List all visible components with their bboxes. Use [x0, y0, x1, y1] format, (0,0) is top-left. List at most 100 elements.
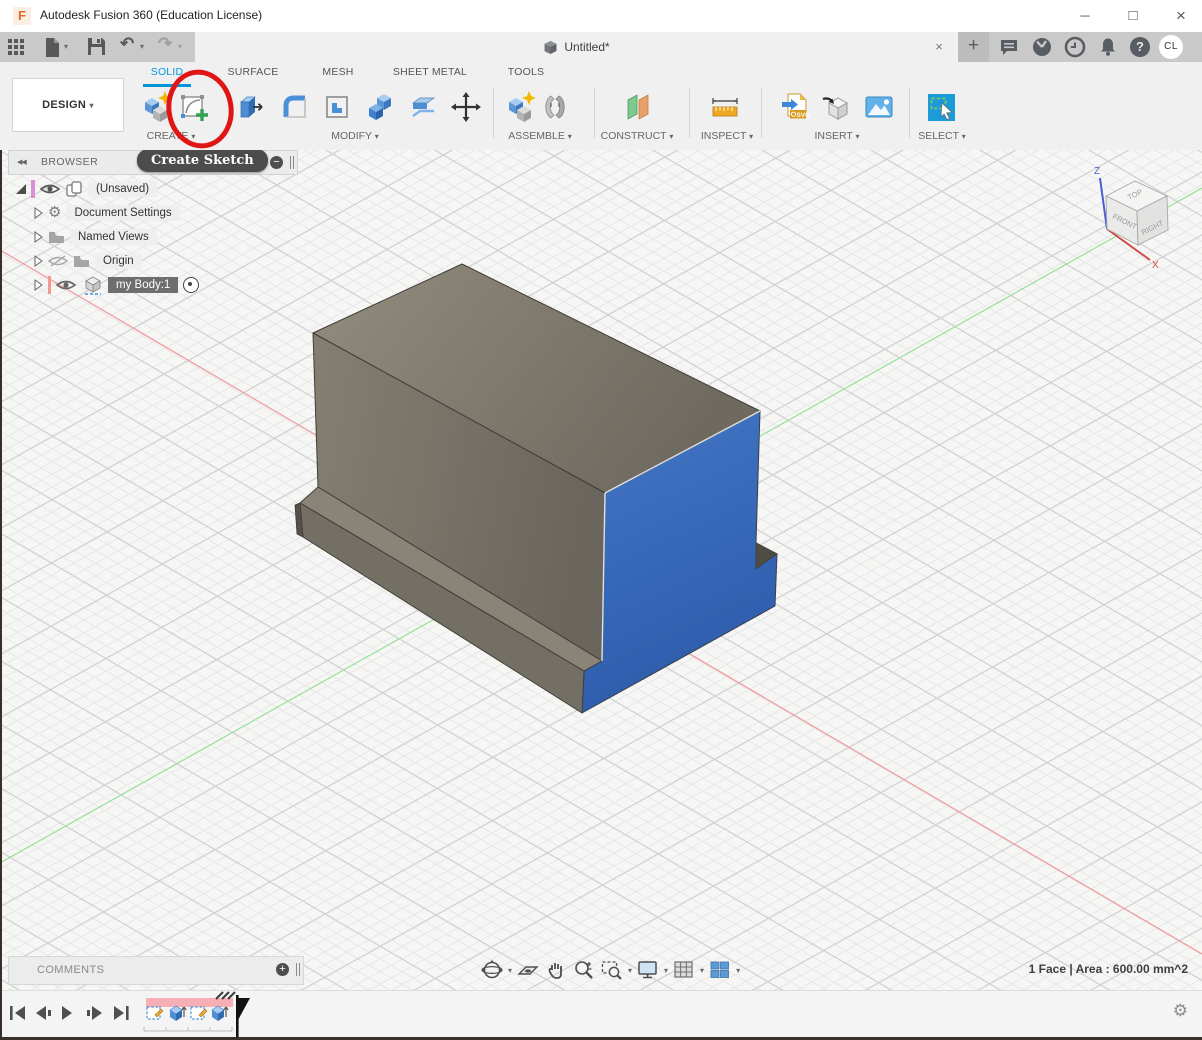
window-maximize-button[interactable]: □ [1116, 0, 1150, 31]
window-minimize-button[interactable]: ─ [1068, 0, 1102, 31]
group-insert-text: INSERT [814, 130, 852, 142]
timeline-scrubber[interactable] [236, 995, 250, 1037]
timeline-hatch-marks [216, 992, 235, 999]
browser-collapse-icon[interactable]: ◀◀ [17, 158, 26, 166]
comments-resize-grip[interactable] [296, 963, 300, 976]
combine-icon[interactable] [364, 90, 398, 124]
add-comment-icon[interactable]: + [276, 963, 289, 976]
grid-settings-icon[interactable] [672, 958, 696, 982]
redo-caret[interactable]: ▾ [178, 42, 182, 51]
viewports-icon[interactable] [708, 958, 732, 982]
timeline-extrude-feature[interactable] [170, 1006, 186, 1021]
measure-icon[interactable] [708, 90, 742, 124]
group-construct-text: CONSTRUCT [601, 130, 667, 142]
orbit-caret[interactable]: ▾ [508, 966, 512, 975]
step-back-button[interactable] [36, 1006, 51, 1020]
viewport-3d[interactable]: TOP FRONT RIGHT Z X ◀◀ BROWSER − [0, 150, 1202, 990]
group-label-construct[interactable]: CONSTRUCT ▾ [601, 130, 674, 142]
file-menu-icon[interactable] [45, 38, 60, 57]
data-clock-icon[interactable] [1064, 36, 1086, 58]
look-at-icon[interactable] [516, 958, 540, 982]
visibility-off-eye-icon[interactable] [48, 254, 68, 268]
select-icon[interactable] [924, 90, 958, 124]
insert-svg-icon[interactable]: SVG [778, 90, 812, 124]
canvas-image-icon[interactable] [862, 90, 896, 124]
user-avatar[interactable]: CL [1159, 35, 1183, 59]
display-settings-icon[interactable] [636, 958, 660, 982]
activate-component-radio[interactable] [183, 277, 199, 293]
visibility-eye-icon[interactable] [56, 278, 76, 292]
timeline-sketch-feature[interactable] [147, 1007, 163, 1019]
timeline-track[interactable] [140, 991, 270, 1040]
named-views-label[interactable]: Named Views [70, 229, 157, 245]
undo-icon[interactable]: ↶ [120, 34, 134, 54]
expander-closed-icon[interactable] [34, 255, 43, 267]
browser-row-origin[interactable]: Origin [34, 250, 142, 272]
timeline-settings-gear-icon[interactable]: ⚙ [1173, 1001, 1188, 1021]
joint-icon[interactable] [538, 90, 572, 124]
play-button[interactable] [62, 1006, 72, 1020]
press-pull-icon[interactable] [320, 90, 354, 124]
expander-closed-icon[interactable] [34, 207, 43, 219]
group-label-modify[interactable]: MODIFY ▾ [331, 130, 379, 142]
origin-label[interactable]: Origin [95, 253, 142, 269]
orbit-icon[interactable] [480, 958, 504, 982]
visibility-eye-icon[interactable] [40, 182, 60, 196]
move-icon[interactable] [449, 90, 483, 124]
step-forward-button[interactable] [87, 1006, 102, 1020]
workspace-selector-button[interactable]: DESIGN ▾ [12, 78, 124, 132]
tab-tools[interactable]: TOOLS [504, 66, 548, 84]
notifications-bell-icon[interactable] [1097, 36, 1119, 58]
app-grid-menu-icon[interactable] [8, 39, 25, 56]
construct-plane-icon[interactable] [620, 90, 654, 124]
window-close-button[interactable]: × [1164, 0, 1198, 31]
tab-mesh[interactable]: MESH [316, 66, 360, 84]
browser-row-document-settings[interactable]: ⚙ Document Settings [34, 202, 180, 224]
job-status-icon[interactable] [1031, 36, 1053, 58]
group-label-select[interactable]: SELECT ▾ [918, 130, 966, 142]
group-label-insert[interactable]: INSERT ▾ [814, 130, 859, 142]
document-tab-close-icon[interactable]: × [930, 38, 948, 56]
redo-icon[interactable]: ↷ [158, 34, 172, 54]
fusion-logo-icon: F [13, 7, 31, 25]
feedback-comment-icon[interactable] [998, 36, 1020, 58]
zoom-icon[interactable] [572, 958, 596, 982]
browser-row-named-views[interactable]: Named Views [34, 226, 157, 248]
offset-face-icon[interactable] [406, 90, 440, 124]
document-tab[interactable]: Untitled* × [195, 32, 958, 62]
body-name-selected[interactable]: my Body:1 [108, 277, 178, 293]
new-tab-button[interactable]: + [958, 32, 989, 62]
insert-mesh-icon[interactable] [820, 90, 854, 124]
fit-caret[interactable]: ▾ [628, 966, 632, 975]
expander-open-icon[interactable] [16, 184, 26, 194]
display-settings-caret[interactable]: ▾ [664, 966, 668, 975]
file-menu-caret[interactable]: ▾ [64, 42, 68, 51]
browser-row-document[interactable]: (Unsaved) [16, 178, 157, 200]
go-to-end-button[interactable] [114, 1006, 129, 1020]
tab-sheet-metal[interactable]: SHEET METAL [390, 66, 470, 84]
undo-caret[interactable]: ▾ [140, 42, 144, 51]
document-settings-label[interactable]: Document Settings [66, 205, 179, 221]
group-label-assemble[interactable]: ASSEMBLE ▾ [508, 130, 572, 142]
assemble-new-component-icon[interactable] [504, 90, 538, 124]
browser-row-body[interactable]: my Body:1 [34, 274, 199, 296]
browser-resize-grip[interactable] [290, 156, 294, 169]
save-icon[interactable] [88, 38, 105, 55]
group-label-inspect[interactable]: INSPECT ▾ [701, 130, 753, 142]
browser-minimize-icon[interactable]: − [270, 156, 283, 169]
viewcube[interactable]: TOP FRONT RIGHT Z X [1088, 158, 1200, 270]
expander-closed-icon[interactable] [34, 231, 43, 243]
pan-icon[interactable] [544, 958, 568, 982]
fit-icon[interactable] [600, 958, 624, 982]
grid-settings-caret[interactable]: ▾ [700, 966, 704, 975]
timeline-extrude-feature[interactable] [212, 1006, 228, 1021]
expander-closed-icon[interactable] [34, 279, 43, 291]
comments-bar[interactable]: COMMENTS + [8, 956, 304, 985]
fillet-icon[interactable] [278, 90, 312, 124]
timeline-selection-bar [146, 998, 233, 1007]
go-to-start-button[interactable] [10, 1006, 25, 1020]
timeline-sketch-feature[interactable] [191, 1007, 207, 1019]
document-name[interactable]: (Unsaved) [88, 181, 157, 197]
viewports-caret[interactable]: ▾ [736, 966, 740, 975]
help-icon[interactable]: ? [1130, 37, 1150, 57]
